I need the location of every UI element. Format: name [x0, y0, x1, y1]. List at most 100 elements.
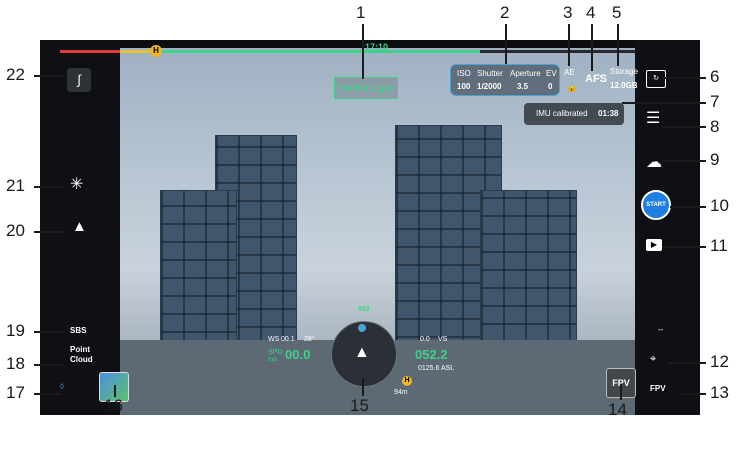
- callout-1: 1: [356, 3, 366, 22]
- ev-value: 0: [548, 82, 553, 91]
- leader-16: [114, 385, 116, 397]
- leader-9: [662, 160, 706, 162]
- ws-direction: 28°: [304, 336, 315, 343]
- focus-mode[interactable]: AFS: [585, 73, 607, 85]
- callout-3: 3: [563, 3, 573, 22]
- camera-params-panel[interactable]: ISO Shutter Aperture EV 100 1/2000 3.5 0: [450, 64, 560, 96]
- spd-label: SPD: [268, 349, 283, 356]
- callout-15: 15: [350, 396, 369, 415]
- sbs-toggle[interactable]: SBS: [70, 326, 86, 335]
- leader-10: [670, 206, 706, 208]
- spd-unit: m/s: [268, 357, 278, 363]
- imu-time: 01:38: [598, 109, 619, 118]
- building-right-lower: [480, 190, 577, 362]
- callout-14: 14: [608, 400, 627, 419]
- battery-critical-segment: [60, 50, 120, 53]
- camera-mode-label[interactable]: Visible Light: [334, 77, 398, 99]
- point-cloud-toggle[interactable]: Point Cloud: [70, 345, 93, 365]
- leader-7: [622, 102, 706, 104]
- start-button[interactable]: START: [641, 190, 671, 220]
- storage-label: Storage: [610, 67, 639, 76]
- callout-18: 18: [6, 354, 25, 373]
- sliders-icon[interactable]: ☰: [646, 108, 660, 128]
- leader-19: [34, 331, 64, 333]
- leader-14: [620, 384, 622, 400]
- callout-11: 11: [710, 236, 728, 255]
- iso-value: 100: [457, 82, 471, 91]
- home-distance: 94m: [394, 389, 408, 396]
- altitude-value: 052.2: [415, 347, 448, 362]
- flight-time: 17:10: [365, 42, 389, 52]
- callout-5: 5: [612, 3, 622, 22]
- status-dash: --: [658, 325, 664, 334]
- leader-8: [662, 126, 706, 128]
- leader-5: [617, 24, 619, 66]
- callout-12: 12: [710, 352, 729, 371]
- speed-value: 00.0: [285, 347, 311, 362]
- leader-18: [34, 364, 64, 366]
- fpv-label[interactable]: FPV: [650, 384, 666, 393]
- callout-9: 9: [710, 150, 720, 169]
- cloud-sync-icon[interactable]: ☁: [646, 152, 662, 172]
- leader-15: [362, 378, 364, 396]
- leader-17: [34, 393, 60, 395]
- heading-value: 003: [358, 306, 370, 313]
- lock-icon[interactable]: 🔓: [566, 82, 577, 93]
- callout-16: 16: [104, 396, 123, 415]
- callout-22: 22: [6, 65, 25, 84]
- callout-2: 2: [500, 3, 510, 22]
- callout-10: 10: [710, 196, 729, 215]
- leader-6: [662, 77, 706, 79]
- leader-12: [668, 362, 706, 364]
- leader-13: [680, 393, 706, 395]
- callout-6: 6: [710, 67, 720, 86]
- navigation-arrow-icon[interactable]: ▲: [72, 218, 87, 235]
- leader-2: [505, 24, 507, 64]
- iso-label: ISO: [457, 69, 471, 78]
- route-icon[interactable]: ∫: [67, 68, 91, 92]
- shutter-label: Shutter: [477, 69, 503, 78]
- callout-4: 4: [586, 3, 596, 22]
- callout-13: 13: [710, 383, 729, 402]
- sun-burst-icon[interactable]: ✳: [70, 174, 83, 194]
- callout-8: 8: [710, 117, 720, 136]
- callout-19: 19: [6, 321, 25, 340]
- callout-7: 7: [710, 92, 720, 111]
- drone-flight-screen: H 17:10 Visible Light ISO Shutter Apertu…: [40, 40, 700, 415]
- zoom-icon[interactable]: ⌖: [650, 353, 656, 366]
- vs-value: 0.0: [420, 336, 430, 343]
- altitude-asl: 0125.6 ASL: [418, 365, 455, 372]
- ws-value: 00.1: [281, 336, 295, 343]
- leader-11: [662, 246, 706, 248]
- leader-21: [34, 186, 64, 188]
- battery-remaining-segment: [160, 50, 480, 53]
- shutter-value: 1/2000: [477, 82, 502, 91]
- home-icon: H: [402, 376, 412, 386]
- heading-marker: [358, 324, 366, 332]
- building-left-lower: [160, 190, 237, 352]
- ws-label: WS: [268, 336, 280, 343]
- signal-icon: ◊: [60, 382, 64, 391]
- leader-3: [568, 24, 570, 66]
- right-sidebar: [635, 40, 700, 415]
- callout-20: 20: [6, 221, 25, 240]
- leader-1: [362, 24, 364, 79]
- aircraft-arrow-icon: ▲: [354, 344, 370, 361]
- vs-label: VS: [438, 336, 448, 343]
- callout-21: 21: [6, 176, 25, 195]
- compass-attitude-indicator: ▲: [331, 321, 397, 387]
- storage-value: 12.0GB: [610, 81, 638, 90]
- aperture-label: Aperture: [510, 69, 541, 78]
- camera-switch-icon[interactable]: ↻: [646, 70, 666, 88]
- ae-label[interactable]: AE: [564, 68, 575, 77]
- home-marker: H: [150, 45, 162, 57]
- ev-label: EV: [546, 69, 557, 78]
- callout-17: 17: [6, 383, 25, 402]
- imu-notification: IMU calibrated 01:38: [524, 103, 624, 125]
- leader-22: [34, 75, 64, 77]
- imu-message: IMU calibrated: [536, 109, 588, 118]
- aperture-value: 3.5: [517, 82, 529, 91]
- playback-icon[interactable]: ▶: [646, 239, 662, 251]
- leader-20: [34, 231, 64, 233]
- leader-4: [591, 24, 593, 71]
